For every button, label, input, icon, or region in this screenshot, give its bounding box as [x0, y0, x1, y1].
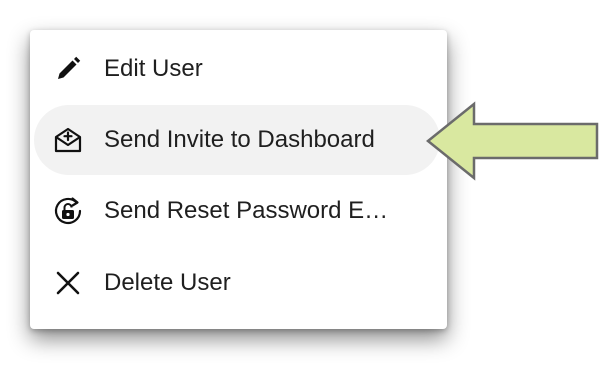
menu-item-label: Edit User	[104, 55, 203, 82]
menu-item-send-invite[interactable]: Send Invite to Dashboard	[34, 105, 440, 175]
close-icon	[51, 266, 85, 300]
menu-item-label: Delete User	[104, 269, 231, 296]
user-actions-menu: Edit User Send Invite to Dashboard Send …	[30, 30, 447, 329]
menu-item-label: Send Invite to Dashboard	[104, 126, 375, 153]
pencil-icon	[51, 52, 85, 86]
menu-item-label: Send Reset Password E…	[104, 197, 389, 224]
menu-item-delete-user[interactable]: Delete User	[34, 248, 440, 318]
reset-password-icon	[51, 194, 85, 228]
screenshot-stage: Edit User Send Invite to Dashboard Send …	[0, 0, 605, 388]
annotation-arrow	[426, 101, 599, 181]
menu-item-send-reset-password[interactable]: Send Reset Password E…	[34, 176, 440, 246]
menu-item-edit-user[interactable]: Edit User	[34, 34, 440, 104]
mail-invite-icon	[51, 123, 85, 157]
